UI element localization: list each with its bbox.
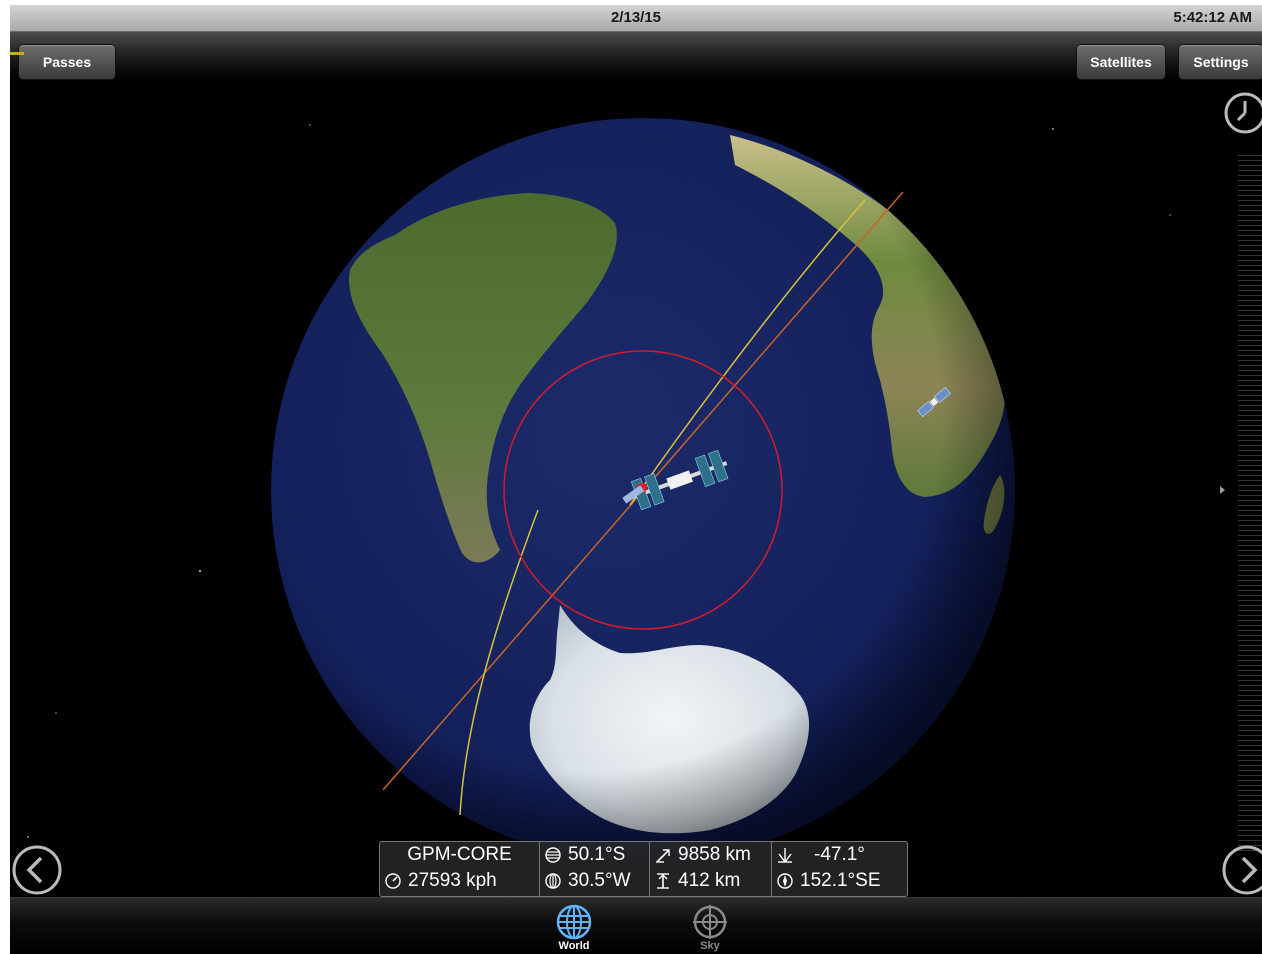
accent-line — [10, 52, 24, 55]
world-scene[interactable] — [10, 5, 1262, 954]
latitude-icon — [545, 847, 561, 863]
top-toolbar: Passes Satellites Settings — [10, 32, 1262, 82]
altitude-icon — [657, 873, 669, 889]
crosshair-icon — [693, 905, 727, 939]
range-icon — [656, 849, 670, 863]
time-scrubber-marker — [1220, 486, 1225, 494]
chevron-right-icon[interactable] — [1220, 843, 1262, 899]
satellite-info-panel[interactable]: GPM-CORE 27593 kph 50.1°S 30.5°W 9858 km… — [379, 841, 908, 897]
tab-world[interactable]: World — [539, 902, 609, 954]
chevron-left-icon[interactable] — [10, 843, 64, 899]
time-scrubber[interactable] — [1238, 155, 1262, 855]
status-bar: 2/13/15 5:42:12 AM — [10, 5, 1262, 32]
satellite-elevation: -47.1° — [814, 844, 865, 865]
status-time: 5:42:12 AM — [1173, 9, 1252, 26]
satellite-altitude: 412 km — [678, 870, 741, 891]
speedometer-icon — [385, 873, 401, 889]
clock-icon[interactable] — [1223, 87, 1262, 139]
satellite-name: GPM-CORE — [407, 844, 512, 865]
tab-sky[interactable]: Sky — [675, 902, 745, 954]
globe-icon — [556, 904, 592, 940]
elevation-icon — [778, 848, 792, 863]
compass-icon — [777, 873, 793, 889]
satellites-button[interactable]: Satellites — [1076, 44, 1166, 80]
satellite-latitude: 50.1°S — [568, 844, 626, 865]
satellite-speed: 27593 kph — [408, 870, 497, 891]
app-window: 2/13/15 5:42:12 AM Passes Satellites Set… — [10, 5, 1262, 954]
settings-button[interactable]: Settings — [1178, 44, 1262, 80]
status-date: 2/13/15 — [610, 9, 662, 26]
tab-world-label: World — [558, 940, 590, 952]
tab-sky-label: Sky — [700, 940, 720, 952]
satellite-azimuth: 152.1°SE — [800, 870, 881, 891]
longitude-icon — [545, 873, 561, 889]
satellite-longitude: 30.5°W — [568, 870, 631, 891]
satellite-range: 9858 km — [678, 844, 751, 865]
passes-button[interactable]: Passes — [18, 44, 116, 80]
bottom-tab-bar: World Sky — [10, 897, 1262, 954]
